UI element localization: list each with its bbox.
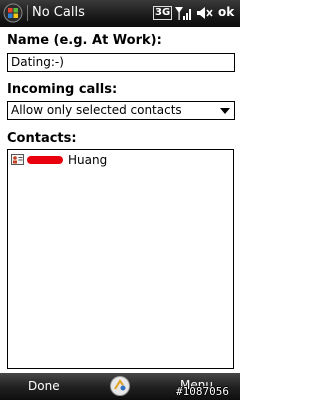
network-type-badge[interactable]: 3G — [153, 6, 173, 20]
name-label: Name (e.g. At Work): — [7, 33, 162, 48]
incoming-calls-label: Incoming calls: — [7, 82, 118, 97]
redacted-name-mark — [27, 156, 63, 164]
list-item[interactable]: Huang — [10, 152, 230, 168]
signal-strength-icon[interactable] — [174, 5, 192, 21]
done-softkey[interactable]: Done — [28, 379, 60, 393]
watermark-id: #1087056 — [176, 385, 229, 398]
windows-start-icon[interactable] — [3, 3, 23, 23]
ok-button[interactable]: ok — [218, 5, 234, 19]
contacts-list[interactable]: Huang — [7, 149, 234, 369]
window-title: No Calls — [27, 5, 85, 21]
title-bar: No Calls 3G ok — [0, 0, 240, 27]
incoming-calls-dropdown[interactable]: Allow only selected contacts — [7, 101, 235, 120]
incoming-calls-value: Allow only selected contacts — [11, 103, 182, 117]
contact-name: Huang — [68, 153, 108, 167]
name-field[interactable]: Dating:-) — [7, 53, 235, 72]
dropdown-arrow-icon[interactable] — [220, 108, 230, 114]
speaker-muted-icon[interactable] — [195, 5, 213, 21]
contacts-label: Contacts: — [7, 131, 77, 146]
contact-card-icon — [11, 154, 24, 165]
keyboard-icon[interactable] — [109, 375, 131, 397]
